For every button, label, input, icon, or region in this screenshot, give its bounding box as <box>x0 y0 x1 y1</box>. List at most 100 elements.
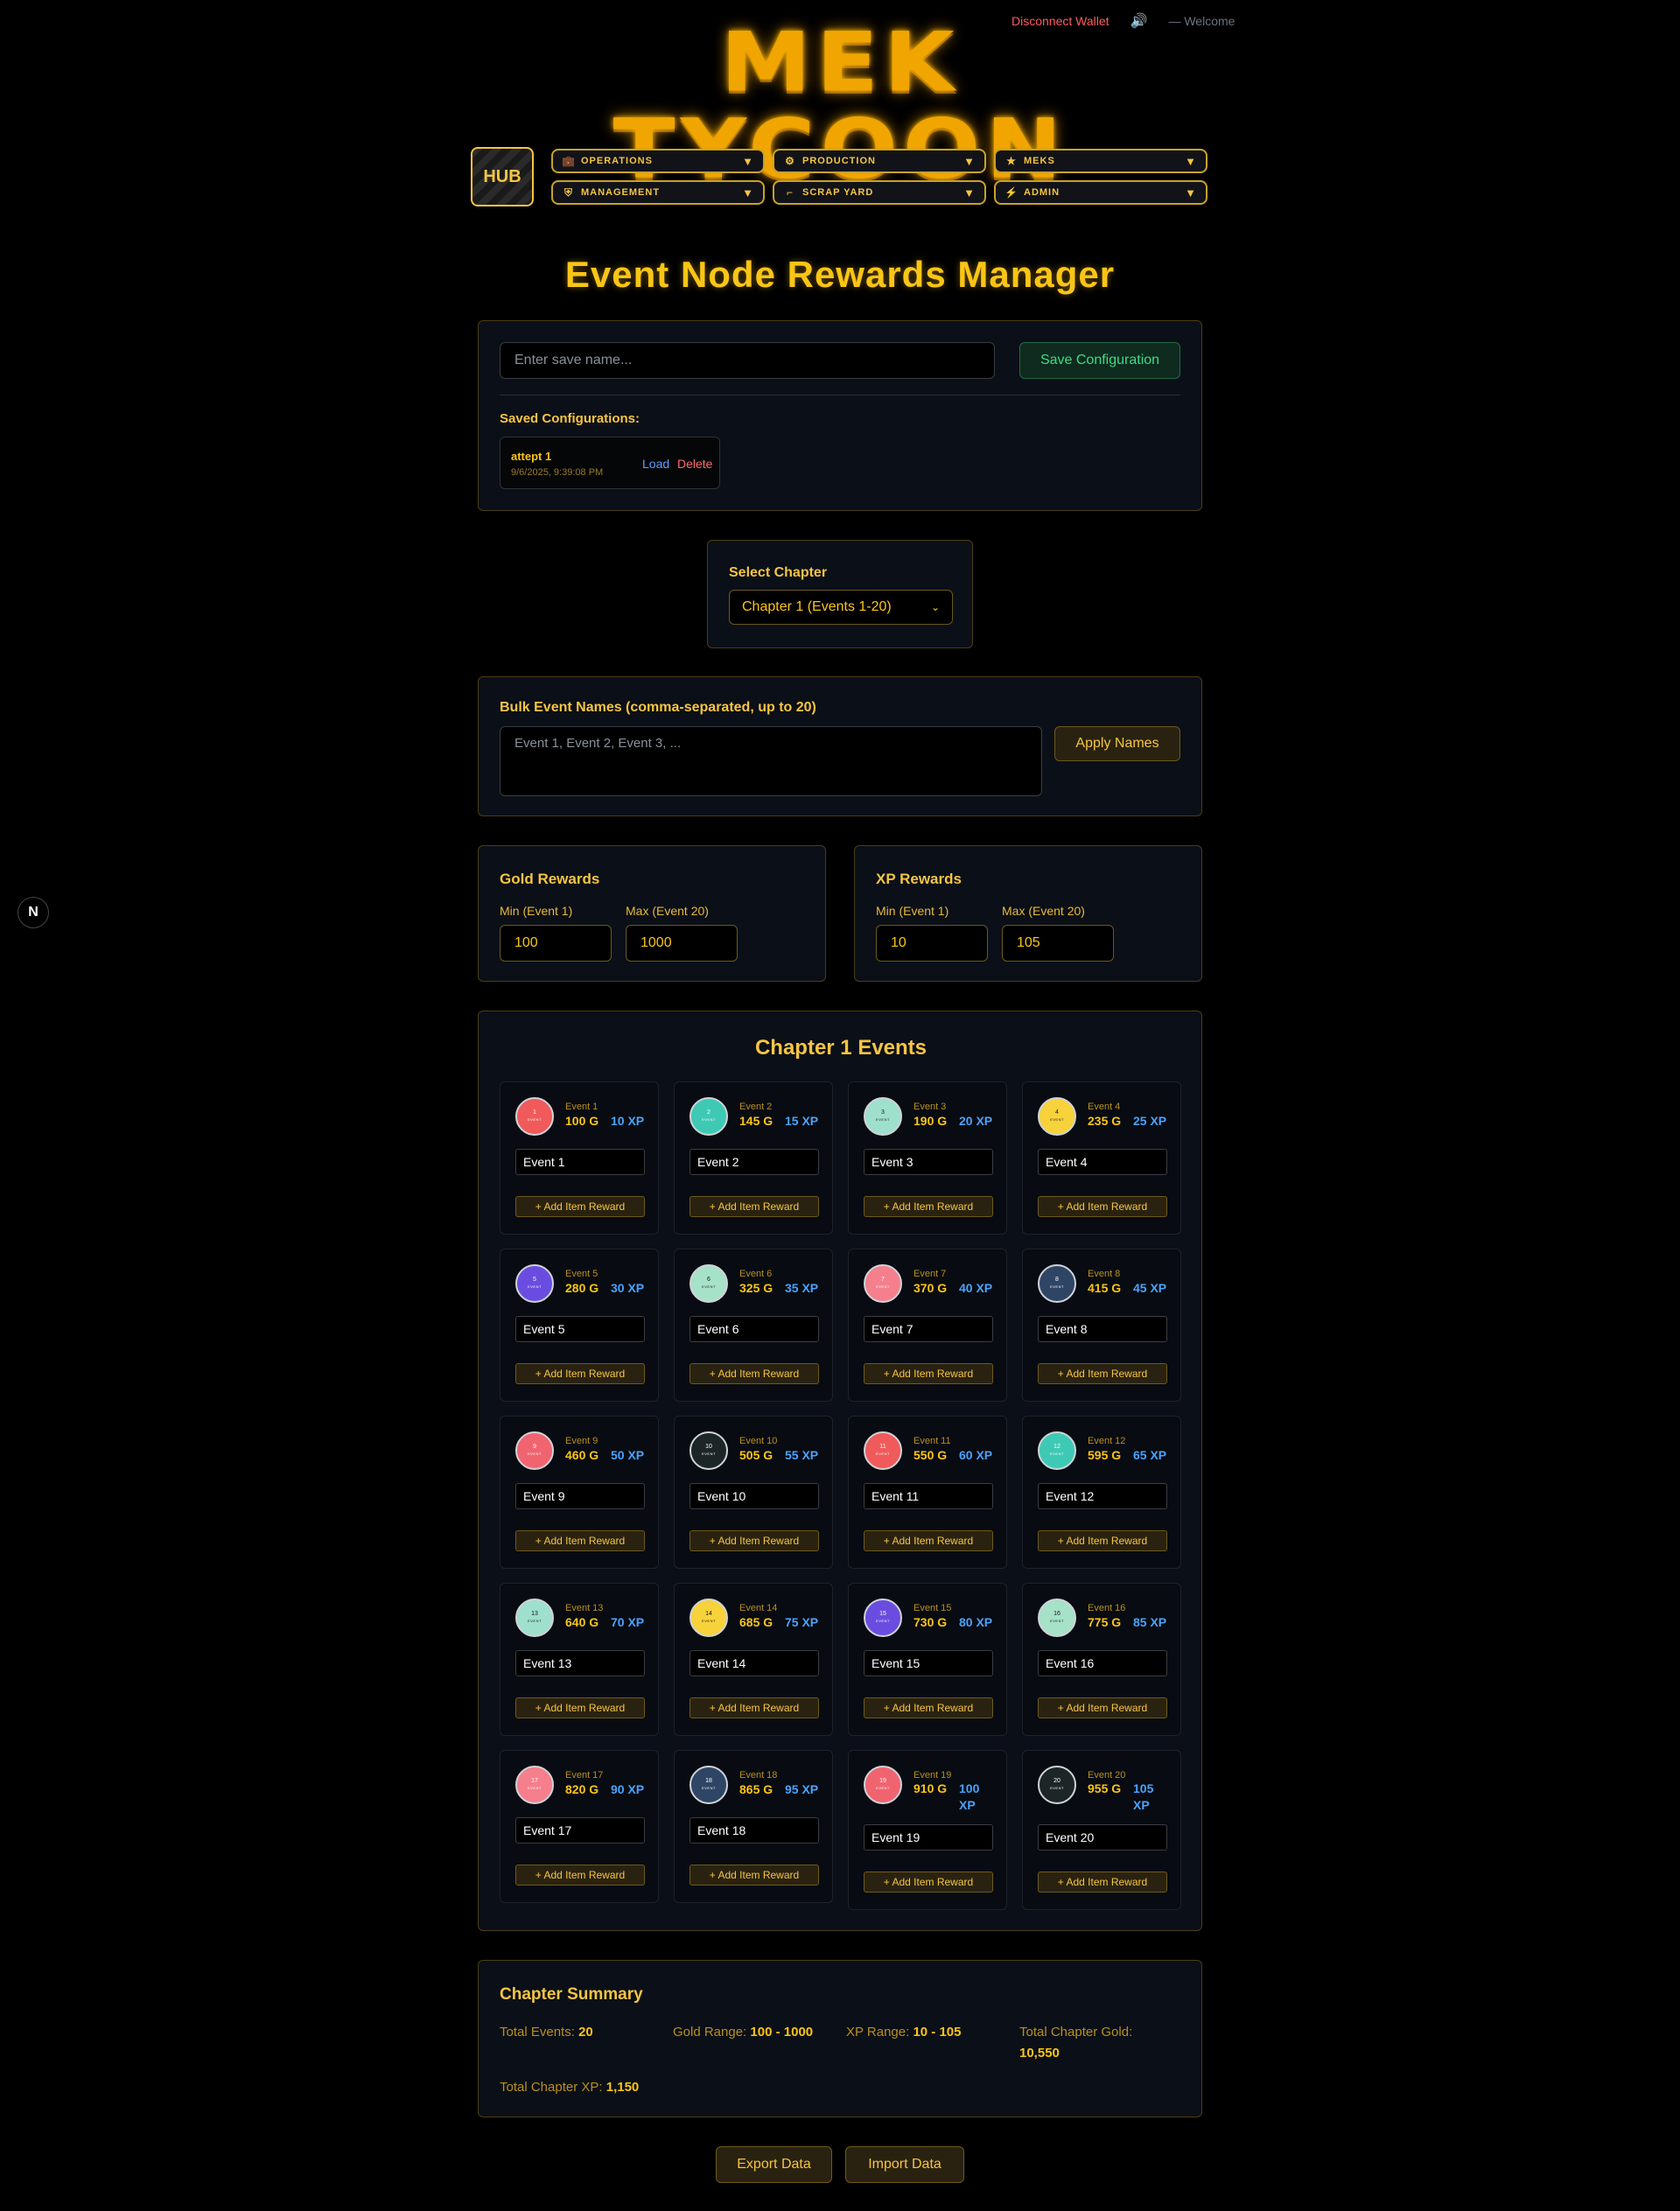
event-name-input[interactable]: Event 7 <box>864 1316 993 1342</box>
event-name-input[interactable]: Event 14 <box>690 1650 819 1676</box>
chapter-summary-panel: Chapter Summary Total Events: 20 Gold Ra… <box>478 1960 1202 2117</box>
nav-label: ADMIN <box>1024 187 1060 198</box>
event-xp: 40 XP <box>959 1281 993 1295</box>
event-name-input[interactable]: Event 13 <box>515 1650 645 1676</box>
event-node-icon: 17 EVENT <box>515 1766 554 1804</box>
add-item-reward-button[interactable]: + Add Item Reward <box>690 1530 819 1551</box>
hub-button[interactable]: HUB <box>471 147 534 206</box>
event-name-input[interactable]: Event 9 <box>515 1483 645 1509</box>
event-name-input[interactable]: Event 17 <box>515 1817 645 1844</box>
event-node-sub: EVENT <box>1050 1117 1064 1122</box>
add-item-reward-button[interactable]: + Add Item Reward <box>1038 1530 1167 1551</box>
event-name-input[interactable]: Event 15 <box>864 1650 993 1676</box>
event-name-input[interactable]: Event 20 <box>1038 1824 1167 1851</box>
nav-management-dropdown[interactable]: ⛨ MANAGEMENT ▼ <box>551 180 765 205</box>
event-name-input[interactable]: Event 2 <box>690 1149 819 1175</box>
event-name-input[interactable]: Event 11 <box>864 1483 993 1509</box>
summary-gold-range-value: 100 - 1000 <box>750 2025 814 2040</box>
event-name-input[interactable]: Event 12 <box>1038 1483 1167 1509</box>
event-title: Event 7 <box>914 1269 947 1279</box>
event-name-input[interactable]: Event 3 <box>864 1149 993 1175</box>
event-xp: 80 XP <box>959 1615 993 1629</box>
event-xp: 60 XP <box>959 1448 993 1462</box>
add-item-reward-button[interactable]: + Add Item Reward <box>864 1196 993 1217</box>
event-node-icon: 19 EVENT <box>864 1766 902 1804</box>
event-node-number: 15 <box>879 1611 886 1617</box>
event-name-input[interactable]: Event 6 <box>690 1316 819 1342</box>
add-item-reward-button[interactable]: + Add Item Reward <box>690 1865 819 1886</box>
add-item-reward-button[interactable]: + Add Item Reward <box>515 1697 645 1718</box>
add-item-reward-button[interactable]: + Add Item Reward <box>515 1530 645 1551</box>
next-dev-badge[interactable]: N <box>18 897 49 928</box>
add-item-reward-button[interactable]: + Add Item Reward <box>1038 1363 1167 1384</box>
load-config-link[interactable]: Load <box>642 457 669 471</box>
event-name-input[interactable]: Event 4 <box>1038 1149 1167 1175</box>
add-item-reward-button[interactable]: + Add Item Reward <box>690 1697 819 1718</box>
shield-icon: ⛨ <box>564 185 573 199</box>
event-card: 11 EVENT Event 11 550 G 60 XP Event 11 + Add I… <box>848 1416 1007 1569</box>
nav-label: MANAGEMENT <box>581 187 661 198</box>
event-node-sub: EVENT <box>528 1786 542 1790</box>
logo: MEK TYCOON <box>613 14 1062 192</box>
nav-scrap-yard-dropdown[interactable]: ⌐ SCRAP YARD ▼ <box>773 180 986 205</box>
summary-total-events-value: 20 <box>578 2025 593 2040</box>
nav-admin-dropdown[interactable]: ⚡ ADMIN ▼ <box>994 180 1208 205</box>
event-node-number: 4 <box>1055 1109 1059 1116</box>
add-item-reward-button[interactable]: + Add Item Reward <box>515 1363 645 1384</box>
event-xp: 65 XP <box>1133 1448 1167 1462</box>
event-node-sub: EVENT <box>876 1284 890 1289</box>
event-name-input[interactable]: Event 16 <box>1038 1650 1167 1676</box>
apply-names-button[interactable]: Apply Names <box>1054 726 1180 761</box>
add-item-reward-button[interactable]: + Add Item Reward <box>1038 1872 1167 1893</box>
event-name-input[interactable]: Event 18 <box>690 1817 819 1844</box>
event-card: 18 EVENT Event 18 865 G 95 XP Event 18 + Add I… <box>674 1750 833 1903</box>
gold-max-input[interactable]: 1000 <box>626 925 738 962</box>
event-name-input[interactable]: Event 5 <box>515 1316 645 1342</box>
nav-production-dropdown[interactable]: ⚙ PRODUCTION ▼ <box>773 149 986 173</box>
gold-min-input[interactable]: 100 <box>500 925 612 962</box>
nav-meks-dropdown[interactable]: ★ MEKS ▼ <box>994 149 1208 173</box>
add-item-reward-button[interactable]: + Add Item Reward <box>690 1196 819 1217</box>
summary-xp-range: XP Range: 10 - 105 <box>846 2022 962 2043</box>
event-card: 20 EVENT Event 20 955 G 105 XP Event 20 + Add … <box>1022 1750 1181 1910</box>
event-node-icon: 12 EVENT <box>1038 1431 1076 1470</box>
export-data-button[interactable]: Export Data <box>716 2146 832 2183</box>
summary-total-xp-label: Total Chapter XP: <box>500 2080 603 2095</box>
summary-total-events: Total Events: 20 <box>500 2022 593 2043</box>
nav-label: PRODUCTION <box>802 156 876 166</box>
chapter-select[interactable]: Chapter 1 (Events 1-20) ⌄ <box>729 590 953 625</box>
event-name-input[interactable]: Event 8 <box>1038 1316 1167 1342</box>
event-node-sub: EVENT <box>702 1619 716 1623</box>
add-item-reward-button[interactable]: + Add Item Reward <box>864 1872 993 1893</box>
add-item-reward-button[interactable]: + Add Item Reward <box>864 1363 993 1384</box>
event-node-number: 10 <box>705 1444 712 1450</box>
add-item-reward-button[interactable]: + Add Item Reward <box>515 1196 645 1217</box>
event-xp: 50 XP <box>611 1448 645 1462</box>
event-name-input[interactable]: Event 1 <box>515 1149 645 1175</box>
event-name-input[interactable]: Event 19 <box>864 1824 993 1851</box>
add-item-reward-button[interactable]: + Add Item Reward <box>864 1530 993 1551</box>
add-item-reward-button[interactable]: + Add Item Reward <box>864 1697 993 1718</box>
delete-config-link[interactable]: Delete <box>677 457 712 471</box>
save-name-input[interactable] <box>500 342 995 379</box>
save-configuration-button[interactable]: Save Configuration <box>1019 342 1180 379</box>
event-card: 14 EVENT Event 14 685 G 75 XP Event 14 + Add I… <box>674 1583 833 1736</box>
add-item-reward-button[interactable]: + Add Item Reward <box>690 1363 819 1384</box>
add-item-reward-button[interactable]: + Add Item Reward <box>1038 1697 1167 1718</box>
event-gold: 460 G <box>565 1448 599 1462</box>
event-node-icon: 4 EVENT <box>1038 1097 1076 1136</box>
import-data-button[interactable]: Import Data <box>845 2146 964 2183</box>
bulk-event-names-textarea[interactable] <box>500 726 1042 796</box>
caret-down-icon: ▼ <box>742 154 754 168</box>
add-item-reward-button[interactable]: + Add Item Reward <box>515 1865 645 1886</box>
add-item-reward-button[interactable]: + Add Item Reward <box>1038 1196 1167 1217</box>
event-node-sub: EVENT <box>528 1284 542 1289</box>
event-node-number: 7 <box>881 1277 885 1283</box>
event-xp: 45 XP <box>1133 1281 1167 1295</box>
xp-max-input[interactable]: 105 <box>1002 925 1114 962</box>
xp-min-input[interactable]: 10 <box>876 925 988 962</box>
summary-xp-range-label: XP Range: <box>846 2025 910 2040</box>
event-node-icon: 1 EVENT <box>515 1097 554 1136</box>
nav-operations-dropdown[interactable]: 💼 OPERATIONS ▼ <box>551 149 765 173</box>
event-name-input[interactable]: Event 10 <box>690 1483 819 1509</box>
